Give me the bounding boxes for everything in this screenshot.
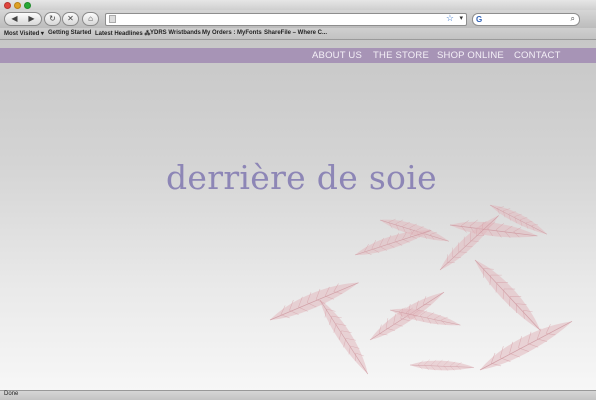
page-viewport: ABOUT US THE STORE SHOP ONLINE CONTACT d… [0, 40, 596, 390]
bookmark-my-orders[interactable]: My Orders : MyFonts [202, 30, 262, 36]
url-dropdown-icon[interactable]: ▾ [459, 14, 463, 22]
bookmark-sharefile[interactable]: ShareFile – Where C... [264, 30, 327, 36]
forward-icon[interactable]: ▶ [23, 13, 40, 25]
site-logo: derrière de soie [166, 158, 437, 197]
feather-11 [474, 313, 577, 376]
bookmark-most-visited[interactable]: Most Visited ▾ [4, 30, 44, 37]
bookmark-latest-headlines[interactable]: Latest Headlines ⁂ [95, 30, 150, 37]
feather-12 [409, 356, 475, 375]
bookmark-star-icon[interactable]: ☆ [446, 13, 454, 24]
feathers-illustration [265, 200, 577, 379]
back-forward-buttons: ◀ ▶ [4, 12, 42, 26]
feather-8 [315, 294, 374, 379]
back-icon[interactable]: ◀ [6, 13, 23, 25]
site-nav: ABOUT US THE STORE SHOP ONLINE CONTACT [0, 48, 596, 63]
close-window-icon[interactable] [4, 2, 11, 9]
nav-about-us[interactable]: ABOUT US [312, 50, 362, 61]
feather-7 [265, 275, 363, 325]
reload-icon[interactable]: ↻ [44, 12, 61, 26]
nav-the-store[interactable]: THE STORE [373, 50, 429, 61]
search-icon[interactable]: ⌕ [571, 14, 575, 24]
zoom-window-icon[interactable] [24, 2, 31, 9]
bookmarks-bar: Most Visited ▾ Getting Started Latest He… [0, 28, 596, 40]
status-text: Done [4, 391, 19, 397]
search-input[interactable]: G ⌕ [472, 13, 580, 26]
search-engine-icon[interactable]: G [476, 15, 482, 24]
nav-shop-online[interactable]: SHOP ONLINE [437, 50, 504, 61]
browser-toolbar: ◀ ▶ ↻ ✕ ⌂ ☆ ▾ G ⌕ [0, 10, 596, 28]
bookmark-ydrs-wristbands[interactable]: YDRS Wristbands [150, 30, 201, 36]
url-input[interactable]: ☆ ▾ [105, 13, 467, 26]
feather-6 [470, 251, 547, 337]
minimize-window-icon[interactable] [14, 2, 21, 9]
page-icon [109, 15, 116, 23]
stop-icon[interactable]: ✕ [62, 12, 79, 26]
nav-contact[interactable]: CONTACT [514, 50, 561, 61]
window-titlebar [0, 0, 596, 10]
feather-5 [433, 210, 505, 274]
bookmark-getting-started[interactable]: Getting Started [48, 30, 91, 36]
home-icon[interactable]: ⌂ [82, 12, 99, 26]
